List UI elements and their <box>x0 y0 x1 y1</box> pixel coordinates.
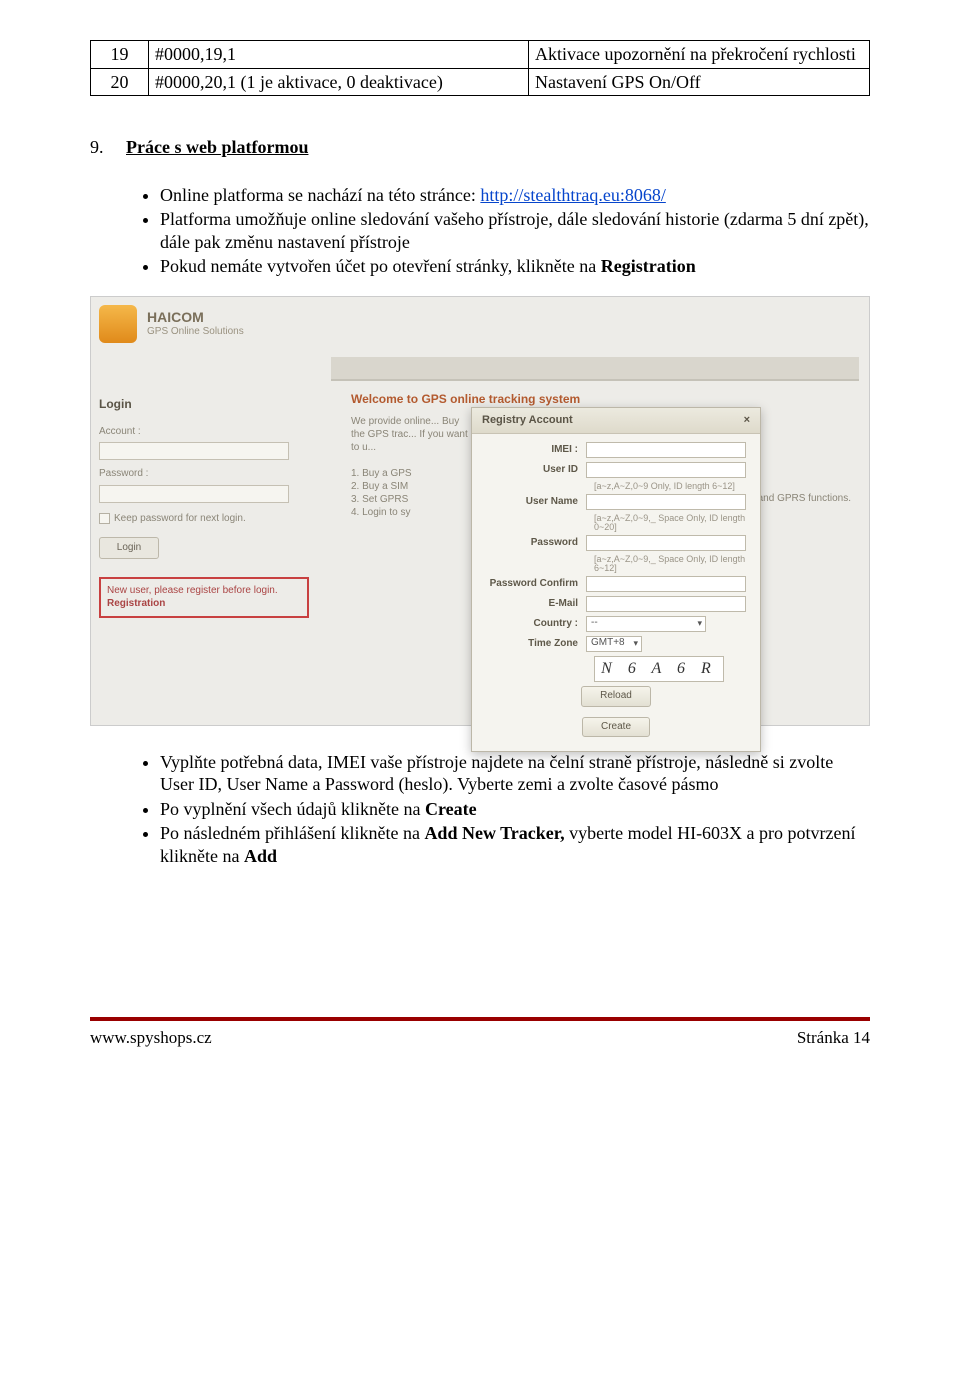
intro-bullets: Online platforma se nachází na této strá… <box>90 184 870 278</box>
command-table: 19 #0000,19,1 Aktivace upozornění na pře… <box>90 40 870 96</box>
create-bold: Create <box>425 799 477 819</box>
reload-button[interactable]: Reload <box>581 686 651 707</box>
email-label: E-Mail <box>486 598 586 611</box>
brand-title: HAICOM <box>147 309 244 327</box>
cell-desc: Aktivace upozornění na překročení rychlo… <box>529 41 870 69</box>
login-btn-label: Login <box>117 542 141 555</box>
keep-password-checkbox[interactable]: Keep password for next login. <box>99 513 309 526</box>
cell-desc: Nastavení GPS On/Off <box>529 68 870 96</box>
password-hint: [a~z,A~Z,0~9,_ Space Only, ID length 6~1… <box>594 555 746 573</box>
cell-cmd: #0000,19,1 <box>149 41 529 69</box>
create-button[interactable]: Create <box>582 717 650 738</box>
country-label: Country : <box>486 618 586 631</box>
imei-input[interactable] <box>586 442 746 458</box>
cell-num: 19 <box>91 41 149 69</box>
pwconfirm-label: Password Confirm <box>486 578 586 591</box>
add-bold: Add <box>244 846 277 866</box>
section-number: 9. <box>90 136 104 159</box>
password-field-label: Password <box>486 537 586 550</box>
username-label: User Name <box>486 496 586 509</box>
registration-callout: New user, please register before login. … <box>99 577 309 618</box>
login-heading: Login <box>99 397 309 412</box>
gprs-note: S and GPRS functions. <box>748 493 851 506</box>
text: Pokud nemáte vytvořen účet po otevření s… <box>160 256 601 276</box>
table-row: 20 #0000,20,1 (1 je aktivace, 0 deaktiva… <box>91 68 870 96</box>
email-input[interactable] <box>586 596 746 612</box>
top-tab-bar <box>331 357 859 381</box>
bullet-platform-link: Online platforma se nachází na této strá… <box>160 184 870 207</box>
registration-bold: Registration <box>601 256 696 276</box>
brand-logo-icon <box>99 305 137 343</box>
reg-prompt: New user, please register before login. <box>107 585 301 598</box>
keep-label: Keep password for next login. <box>114 513 246 526</box>
welcome-subtext: We provide online... Buy the GPS trac...… <box>351 415 471 519</box>
login-button[interactable]: Login <box>99 537 159 559</box>
bullet-features: Platforma umožňuje online sledování vaše… <box>160 208 870 253</box>
page-footer: www.spyshops.cz Stránka 14 <box>90 1017 870 1048</box>
imei-label: IMEI : <box>486 444 586 457</box>
embedded-screenshot: HAICOM GPS Online Solutions Login Accoun… <box>90 296 870 726</box>
bullet-add-tracker: Po následném přihlášení klikněte na Add … <box>160 822 870 867</box>
text: Online platforma se nachází na této strá… <box>160 185 480 205</box>
checkbox-icon <box>99 513 110 524</box>
text: Po následném přihlášení klikněte na <box>160 823 424 843</box>
section-title: Práce s web platformou <box>126 137 308 157</box>
brand-subtitle: GPS Online Solutions <box>147 326 244 339</box>
password-field-input[interactable] <box>586 535 746 551</box>
table-row: 19 #0000,19,1 Aktivace upozornění na pře… <box>91 41 870 69</box>
userid-input[interactable] <box>586 462 746 478</box>
account-label: Account : <box>99 426 309 439</box>
platform-url-link[interactable]: http://stealthtraq.eu:8068/ <box>480 185 665 205</box>
captcha-image: N 6 A 6 R <box>594 656 724 682</box>
password-label: Password : <box>99 468 309 481</box>
dialog-close-icon[interactable]: × <box>744 414 750 428</box>
account-input[interactable] <box>99 442 289 460</box>
dialog-title: Registry Account <box>482 414 573 428</box>
bullet-click-create: Po vyplnění všech údajů klikněte na Crea… <box>160 798 870 821</box>
section-heading: 9. Práce s web platformou <box>90 136 870 159</box>
userid-hint: [a~z,A~Z,0~9 Only, ID length 6~12] <box>594 482 746 491</box>
welcome-heading: Welcome to GPS online tracking system <box>351 392 580 407</box>
country-select[interactable]: -- <box>586 616 706 632</box>
username-hint: [a~z,A~Z,0~9,_ Space Only, ID length 0~2… <box>594 514 746 532</box>
timezone-label: Time Zone <box>486 638 586 651</box>
username-input[interactable] <box>586 494 746 510</box>
userid-label: User ID <box>486 464 586 477</box>
pwconfirm-input[interactable] <box>586 576 746 592</box>
footer-url: www.spyshops.cz <box>90 1027 212 1048</box>
cell-cmd: #0000,20,1 (1 je aktivace, 0 deaktivace) <box>149 68 529 96</box>
cell-num: 20 <box>91 68 149 96</box>
registration-link[interactable]: Registration <box>107 598 301 611</box>
bullet-registration: Pokud nemáte vytvořen účet po otevření s… <box>160 255 870 278</box>
add-new-tracker-bold: Add New Tracker, <box>424 823 564 843</box>
timezone-select[interactable]: GMT+8 <box>586 636 642 652</box>
bullet-fill-data: Vyplňte potřebná data, IMEI vaše přístro… <box>160 751 870 796</box>
text: Po vyplnění všech údajů klikněte na <box>160 799 425 819</box>
footer-page-number: Stránka 14 <box>797 1027 870 1048</box>
registry-account-dialog: Registry Account × IMEI : User ID [a~z,A… <box>471 407 761 753</box>
steps-bullets: Vyplňte potřebná data, IMEI vaše přístro… <box>90 751 870 868</box>
login-sidebar: Login Account : Password : Keep password… <box>99 397 309 619</box>
password-input[interactable] <box>99 485 289 503</box>
app-brand: HAICOM GPS Online Solutions <box>99 305 244 343</box>
